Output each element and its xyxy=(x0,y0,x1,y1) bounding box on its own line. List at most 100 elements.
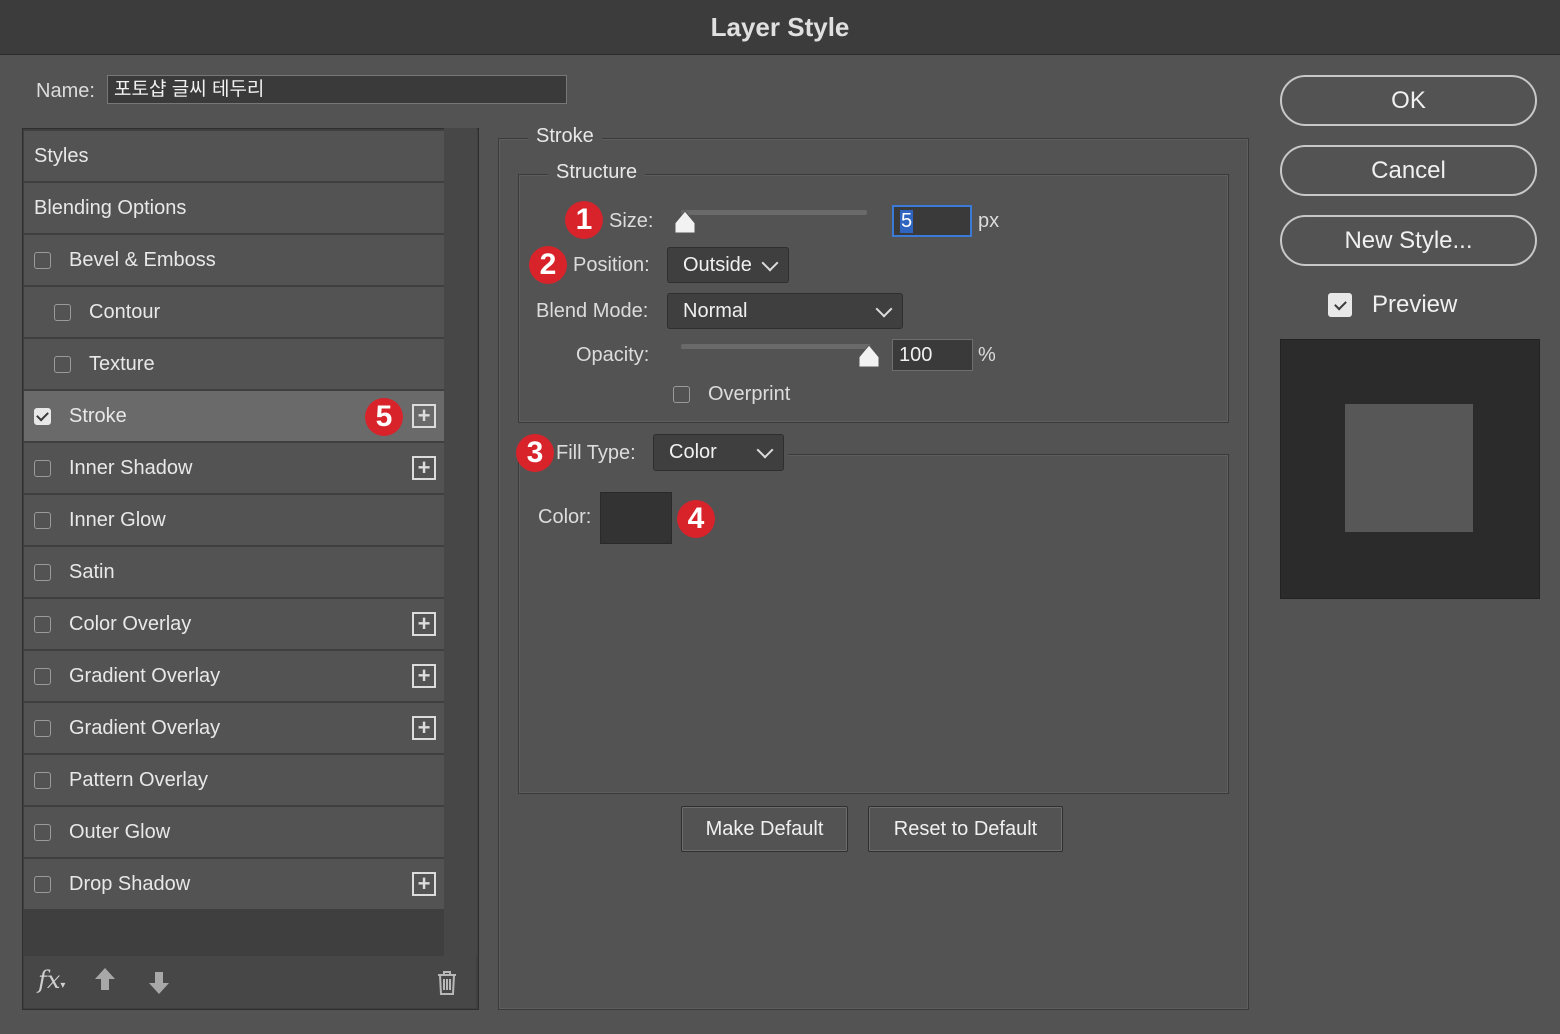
annotation-3-badge: 3 xyxy=(516,434,554,472)
style-item-blending-options[interactable]: Blending Options xyxy=(24,183,444,234)
fill-type-label: Fill Type: xyxy=(556,442,636,464)
blend-mode-dropdown[interactable]: Normal xyxy=(667,293,903,329)
style-item-checkbox[interactable] xyxy=(34,511,51,529)
annotation-4-badge: 4 xyxy=(677,500,715,538)
add-icon[interactable]: + xyxy=(412,404,436,428)
style-item-checkbox[interactable] xyxy=(34,251,51,269)
opacity-label: Opacity: xyxy=(576,344,650,366)
opacity-slider-track[interactable] xyxy=(681,344,871,349)
style-item-inner-shadow[interactable]: Inner Shadow + xyxy=(24,443,444,494)
stroke-title: Stroke xyxy=(528,125,602,148)
name-input[interactable]: 포토샵 글씨 테두리 xyxy=(107,75,567,104)
style-item-stroke[interactable]: Stroke +5 xyxy=(24,391,444,442)
preview-checkbox-box[interactable] xyxy=(1328,293,1352,317)
ok-button[interactable]: OK xyxy=(1280,75,1537,126)
trash-icon[interactable] xyxy=(436,970,458,1001)
style-item-inner-glow[interactable]: Inner Glow xyxy=(24,495,444,546)
size-slider-thumb[interactable] xyxy=(673,210,697,240)
styles-list-scrollbar[interactable] xyxy=(444,128,477,956)
style-item-label: Stroke xyxy=(69,404,127,427)
structure-title: Structure xyxy=(548,161,646,184)
title-bar: Layer Style xyxy=(0,0,1560,55)
size-unit: px xyxy=(978,210,1000,232)
style-item-drop-shadow[interactable]: Drop Shadow + xyxy=(24,859,444,910)
position-label: Position: xyxy=(573,254,650,276)
style-item-contour[interactable]: Contour xyxy=(24,287,444,338)
style-item-checkbox[interactable] xyxy=(34,875,51,893)
add-icon[interactable]: + xyxy=(412,456,436,480)
preview-checkbox[interactable]: Preview xyxy=(1328,291,1457,319)
blend-mode-label: Blend Mode: xyxy=(536,300,649,322)
color-label: Color: xyxy=(538,506,592,528)
arrow-up-icon[interactable] xyxy=(93,966,117,999)
opacity-input[interactable]: 100 xyxy=(892,339,973,371)
style-preview-swatch xyxy=(1345,404,1473,532)
name-label: Name: xyxy=(36,80,95,102)
style-item-checkbox[interactable] xyxy=(34,459,51,477)
fill-type-value: Color xyxy=(669,441,717,463)
style-item-label: Drop Shadow xyxy=(69,872,191,895)
fx-button[interactable]: fx▾ xyxy=(38,966,65,994)
styles-list-footer xyxy=(24,956,476,1008)
style-item-checkbox[interactable] xyxy=(54,355,71,373)
style-item-checkbox[interactable] xyxy=(34,719,51,737)
size-slider-track[interactable] xyxy=(681,210,867,215)
style-item-label: Pattern Overlay xyxy=(69,768,208,791)
style-item-color-overlay[interactable]: Color Overlay + xyxy=(24,599,444,650)
style-item-label: Styles xyxy=(34,144,89,167)
chevron-down-icon xyxy=(875,300,893,317)
style-item-label: Texture xyxy=(89,352,155,375)
fill-type-dropdown[interactable]: Color xyxy=(653,434,784,471)
size-label: Size: xyxy=(609,210,654,232)
style-item-gradient-overlay[interactable]: Gradient Overlay + xyxy=(24,703,444,754)
position-value: Outside xyxy=(683,253,752,276)
style-item-label: Outer Glow xyxy=(69,820,171,843)
reset-to-default-button[interactable]: Reset to Default xyxy=(868,806,1063,852)
size-input[interactable]: 5 xyxy=(892,205,972,237)
blend-mode-value: Normal xyxy=(683,299,748,322)
style-item-bevel-emboss[interactable]: Bevel & Emboss xyxy=(24,235,444,286)
add-icon[interactable]: + xyxy=(412,664,436,688)
style-item-label: Blending Options xyxy=(34,196,187,219)
add-icon[interactable]: + xyxy=(412,716,436,740)
overprint-checkbox-box[interactable] xyxy=(673,386,690,403)
style-item-checkbox[interactable] xyxy=(34,771,51,789)
style-item-label: Inner Glow xyxy=(69,508,166,531)
style-item-satin[interactable]: Satin xyxy=(24,547,444,598)
style-item-checkbox[interactable] xyxy=(54,303,71,321)
style-item-checkbox[interactable] xyxy=(34,823,51,841)
window-title: Layer Style xyxy=(710,11,850,42)
style-item-checkbox[interactable] xyxy=(34,563,51,581)
style-item-pattern-overlay[interactable]: Pattern Overlay xyxy=(24,755,444,806)
overprint-checkbox[interactable]: Overprint xyxy=(673,383,790,406)
opacity-slider-thumb[interactable] xyxy=(857,344,881,374)
style-item-checkbox[interactable] xyxy=(34,667,51,685)
style-item-label: Gradient Overlay xyxy=(69,716,221,739)
style-item-gradient-overlay[interactable]: Gradient Overlay + xyxy=(24,651,444,702)
annotation-5-badge: 5 xyxy=(365,398,403,436)
style-item-label: Gradient Overlay xyxy=(69,664,221,687)
make-default-button[interactable]: Make Default xyxy=(681,806,848,852)
style-item-label: Color Overlay xyxy=(69,612,192,635)
annotation-2-badge: 2 xyxy=(529,246,567,284)
chevron-down-icon xyxy=(756,441,774,459)
opacity-unit: % xyxy=(978,344,996,366)
style-item-label: Contour xyxy=(89,300,161,323)
add-icon[interactable]: + xyxy=(412,612,436,636)
preview-label: Preview xyxy=(1372,291,1458,318)
style-item-texture[interactable]: Texture xyxy=(24,339,444,390)
style-item-checkbox[interactable] xyxy=(34,615,51,633)
color-swatch[interactable] xyxy=(600,492,672,544)
style-item-checkbox[interactable] xyxy=(34,407,51,425)
style-item-label: Bevel & Emboss xyxy=(69,248,216,271)
new-style-button[interactable]: New Style... xyxy=(1280,215,1537,266)
arrow-down-icon[interactable] xyxy=(147,970,171,1003)
chevron-down-icon xyxy=(761,254,779,271)
style-item-styles[interactable]: Styles xyxy=(24,131,444,182)
style-item-label: Satin xyxy=(69,560,115,583)
cancel-button[interactable]: Cancel xyxy=(1280,145,1537,196)
position-dropdown[interactable]: Outside xyxy=(667,247,789,283)
style-item-outer-glow[interactable]: Outer Glow xyxy=(24,807,444,858)
add-icon[interactable]: + xyxy=(412,872,436,896)
style-item-label: Inner Shadow xyxy=(69,456,193,479)
